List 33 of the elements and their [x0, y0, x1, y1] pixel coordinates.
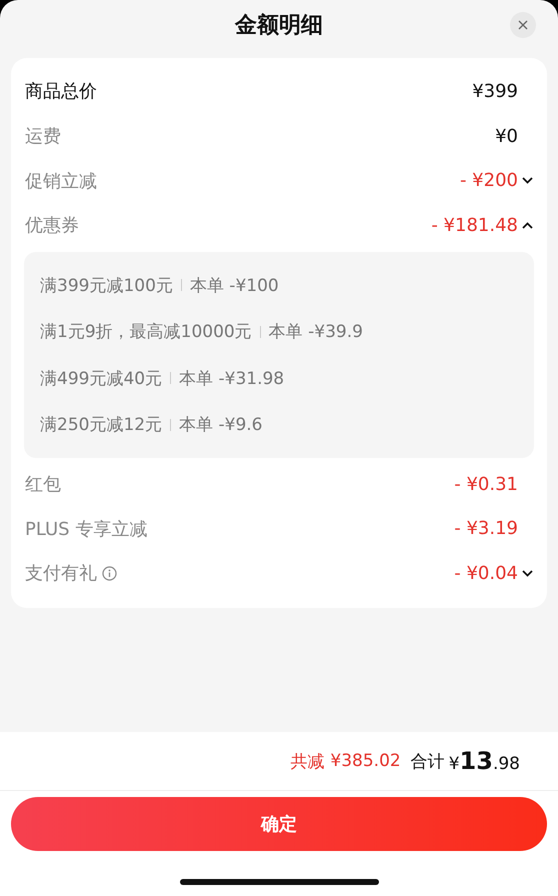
- caret-icon[interactable]: [522, 222, 533, 229]
- total-label: 合计: [410, 750, 445, 772]
- close-icon[interactable]: [510, 12, 536, 38]
- coupon-condition: 满499元减40元: [40, 368, 162, 390]
- fee-amount: - ¥0.04: [454, 562, 518, 584]
- coupon-saving: 本单 -¥39.9: [268, 321, 363, 343]
- saved-label: 共减: [290, 750, 324, 772]
- coupon-condition: 满1元9折，最高减10000元: [40, 321, 252, 343]
- fee-label: 商品总价: [25, 80, 97, 104]
- coupon-saving: 本单 -¥31.98: [179, 368, 284, 390]
- fee-label: 红包: [25, 473, 61, 496]
- fee-amount: - ¥181.48: [431, 214, 518, 236]
- fee-label: 支付有礼: [25, 562, 97, 586]
- fee-amount: ¥0: [495, 126, 518, 147]
- coupon-saving: 本单 -¥100: [190, 274, 279, 296]
- fee-label: PLUS 专享立减: [25, 518, 148, 541]
- fee-label: 优惠券: [25, 214, 79, 238]
- confirm-button[interactable]: 确定: [11, 797, 547, 851]
- info-icon[interactable]: [102, 566, 117, 581]
- coupon-condition: 满399元减100元: [40, 274, 173, 296]
- caret-icon[interactable]: [522, 177, 533, 184]
- fee-amount: ¥399: [472, 80, 518, 102]
- fee-label: 促销立减: [25, 170, 97, 193]
- coupon-saving: 本单 -¥9.6: [179, 414, 262, 436]
- total-amount: ¥13.98: [448, 747, 520, 775]
- fee-amount: - ¥3.19: [454, 518, 518, 540]
- fee-amount: - ¥200: [460, 170, 518, 192]
- caret-icon[interactable]: [522, 570, 533, 577]
- fee-label: 运费: [25, 125, 61, 148]
- coupon-condition: 满250元减12元: [40, 414, 162, 436]
- saved-amount: ¥385.02: [330, 751, 401, 771]
- fee-amount: - ¥0.31: [454, 474, 518, 495]
- sheet-title: 金额明细: [235, 12, 323, 40]
